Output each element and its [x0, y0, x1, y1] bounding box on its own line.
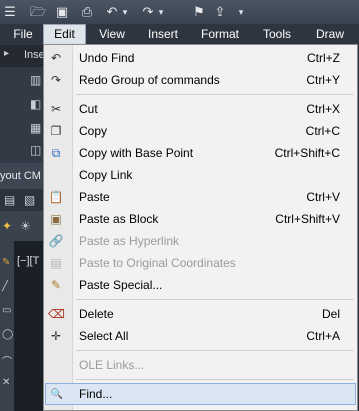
- scissors-icon: ✂: [50, 102, 62, 116]
- select-all-icon: ✛: [50, 329, 62, 343]
- sun-icon[interactable]: ☀: [20, 219, 31, 233]
- menu-item-select-all[interactable]: ✛ Select All Ctrl+A: [45, 325, 356, 347]
- redo-icon: ↷: [50, 73, 62, 87]
- menu-file[interactable]: File: [6, 24, 40, 45]
- undo-icon: ↶: [50, 51, 62, 65]
- ribbon-tab-insert[interactable]: Inse: [24, 49, 45, 61]
- edit-menu-dropdown: ↶ Undo Find Ctrl+Z ↷ Redo Group of comma…: [43, 44, 358, 411]
- hamburger-icon[interactable]: ☰: [2, 3, 18, 21]
- menu-item-copy-link[interactable]: Copy Link: [45, 164, 356, 186]
- pencil-icon[interactable]: ✎: [2, 257, 10, 268]
- undo-dropdown-icon[interactable]: ▾: [120, 3, 130, 21]
- layout-tab-label[interactable]: yout CM: [0, 170, 41, 182]
- copy-icon: ❐: [50, 124, 62, 138]
- menu-item-copy-base-point[interactable]: ⧉ Copy with Base Point Ctrl+Shift+C: [45, 142, 356, 164]
- customize-dropdown-icon[interactable]: ▾: [236, 3, 246, 21]
- menu-item-paste-original-coordinates[interactable]: ▤ Paste to Original Coordinates: [45, 252, 356, 274]
- menu-item-delete[interactable]: ⌫ Delete Del: [45, 303, 356, 325]
- paste-block-icon: ▣: [50, 212, 62, 226]
- open-icon[interactable]: 🗁: [30, 3, 46, 21]
- paste-hyperlink-icon: 🔗: [48, 234, 64, 248]
- ribbon-tool-icon[interactable]: ▥: [30, 73, 41, 87]
- save-icon[interactable]: ▣: [54, 3, 70, 21]
- find-icon: 🔍: [50, 389, 64, 400]
- draw-tool-icon[interactable]: ▭: [2, 305, 11, 316]
- drawing-viewport[interactable]: ✎ ╱ ▭ ◯ ⌒ ✕ [−][T: [0, 241, 43, 411]
- paste-icon: 📋: [48, 190, 64, 204]
- redo-icon[interactable]: ↷: [140, 3, 156, 21]
- draw-tool-icon[interactable]: ◯: [2, 329, 13, 340]
- menu-tools[interactable]: Tools: [254, 24, 300, 45]
- menu-item-cut[interactable]: ✂ Cut Ctrl+X: [45, 98, 356, 120]
- lightbulb-icon[interactable]: ✦: [2, 219, 12, 233]
- toolbar-icon[interactable]: ▤: [4, 193, 15, 207]
- menu-separator: [76, 350, 354, 351]
- menu-separator: [76, 94, 354, 95]
- menu-format[interactable]: Format: [194, 24, 246, 45]
- menu-edit[interactable]: Edit: [43, 24, 86, 45]
- copy-base-point-icon: ⧉: [51, 146, 61, 160]
- menu-item-paste-special[interactable]: ✎ Paste Special...: [45, 274, 356, 296]
- toolbar-icon[interactable]: ▧: [24, 193, 35, 207]
- paste-original-icon: ▤: [50, 256, 62, 270]
- menu-bar: File Edit View Insert Format Tools Draw: [0, 24, 359, 45]
- menu-item-paste-as-hyperlink[interactable]: 🔗 Paste as Hyperlink: [45, 230, 356, 252]
- properties-strip: ✦ ☀: [0, 211, 43, 241]
- paste-special-icon: ✎: [50, 278, 62, 292]
- menu-separator: [76, 379, 354, 380]
- draw-tool-icon[interactable]: ✕: [2, 377, 10, 388]
- menu-insert[interactable]: Insert: [139, 24, 187, 45]
- ribbon-panel: ▥ ◧ ▦ ◫: [0, 67, 43, 163]
- ribbon-tab-strip: Inse ▸: [0, 45, 45, 67]
- quick-access-toolbar: ☰ 🗁 ▣ ⎙ ↶ ▾ ↷ ▾ ⚑ ⇪ ▾: [0, 0, 359, 24]
- ribbon-chevron-icon[interactable]: ▸: [4, 48, 9, 59]
- menu-draw[interactable]: Draw: [308, 24, 352, 45]
- ribbon-tool-icon[interactable]: ◧: [30, 97, 41, 111]
- pin-icon[interactable]: ⚑: [190, 3, 208, 21]
- ribbon-tool-icon[interactable]: ◫: [30, 143, 41, 157]
- menu-item-redo[interactable]: ↷ Redo Group of commands Ctrl+Y: [45, 69, 356, 91]
- menu-separator: [76, 299, 354, 300]
- eraser-icon: ⌫: [48, 307, 65, 321]
- share-icon[interactable]: ⇪: [212, 3, 228, 21]
- viewport-controls[interactable]: [−][T: [17, 255, 39, 267]
- draw-tool-icon[interactable]: ⌒: [2, 353, 12, 368]
- menu-item-paste[interactable]: 📋 Paste Ctrl+V: [45, 186, 356, 208]
- menu-item-undo-find[interactable]: ↶ Undo Find Ctrl+Z: [45, 47, 356, 69]
- menu-item-find[interactable]: 🔍 Find...: [45, 383, 356, 405]
- draw-tool-icon[interactable]: ╱: [2, 281, 8, 292]
- undo-icon[interactable]: ↶: [104, 3, 120, 21]
- tool-palette: ✎ ╱ ▭ ◯ ⌒ ✕: [0, 241, 14, 411]
- print-icon[interactable]: ⎙: [78, 3, 96, 21]
- ribbon-tool-icon[interactable]: ▦: [30, 121, 41, 135]
- menu-item-paste-as-block[interactable]: ▣ Paste as Block Ctrl+Shift+V: [45, 208, 356, 230]
- layout-tab-bar: yout CM: [0, 163, 43, 189]
- redo-dropdown-icon[interactable]: ▾: [156, 3, 166, 21]
- toolbar-strip: ▤ ▧: [0, 189, 43, 211]
- menu-view[interactable]: View: [92, 24, 132, 45]
- menu-item-ole-links[interactable]: OLE Links...: [45, 354, 356, 376]
- menu-item-copy[interactable]: ❐ Copy Ctrl+C: [45, 120, 356, 142]
